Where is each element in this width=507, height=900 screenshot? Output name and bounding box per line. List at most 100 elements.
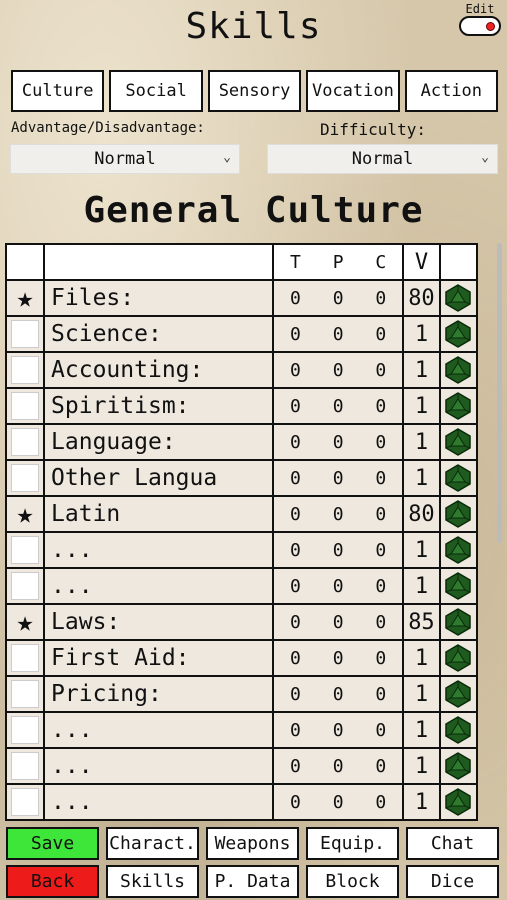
back-button[interactable]: Back [6, 865, 99, 898]
skill-c[interactable]: 0 [359, 315, 403, 353]
favorite-checkbox[interactable] [11, 392, 40, 420]
d20-die-icon[interactable] [444, 716, 472, 744]
roll-die-button[interactable] [438, 495, 479, 533]
skill-c[interactable]: 0 [359, 387, 403, 425]
d20-die-icon[interactable] [444, 284, 472, 312]
favorite-cell[interactable] [5, 531, 46, 569]
roll-die-button[interactable] [438, 279, 479, 317]
skill-c[interactable]: 0 [359, 423, 403, 461]
favorite-checkbox[interactable] [11, 788, 40, 816]
roll-die-button[interactable] [438, 747, 479, 785]
skill-t[interactable]: 0 [272, 459, 317, 497]
skill-p[interactable]: 0 [316, 387, 360, 425]
skill-c[interactable]: 0 [359, 279, 403, 317]
favorite-cell[interactable] [5, 387, 46, 425]
roll-die-button[interactable] [438, 603, 479, 641]
d20-die-icon[interactable] [444, 644, 472, 672]
skill-t[interactable]: 0 [272, 315, 317, 353]
favorite-cell[interactable] [5, 711, 46, 749]
roll-die-button[interactable] [438, 639, 479, 677]
skill-t[interactable]: 0 [272, 423, 317, 461]
skill-t[interactable]: 0 [272, 279, 317, 317]
favorite-checkbox[interactable] [11, 680, 40, 708]
chat-button[interactable]: Chat [406, 827, 499, 860]
equipment-button[interactable]: Equip. [306, 827, 399, 860]
skill-t[interactable]: 0 [272, 783, 317, 821]
d20-die-icon[interactable] [444, 500, 472, 528]
skill-t[interactable]: 0 [272, 639, 317, 677]
skill-t[interactable]: 0 [272, 603, 317, 641]
favorite-cell[interactable]: ★ [5, 603, 46, 641]
skill-c[interactable]: 0 [359, 711, 403, 749]
d20-die-icon[interactable] [444, 464, 472, 492]
skill-p[interactable]: 0 [316, 495, 360, 533]
skill-p[interactable]: 0 [316, 315, 360, 353]
skill-t[interactable]: 0 [272, 387, 317, 425]
save-button[interactable]: Save [6, 827, 99, 860]
favorite-cell[interactable] [5, 675, 46, 713]
skill-c[interactable]: 0 [359, 603, 403, 641]
roll-die-button[interactable] [438, 387, 479, 425]
roll-die-button[interactable] [438, 315, 479, 353]
favorite-cell[interactable] [5, 351, 46, 389]
difficulty-select[interactable]: Normal ⌄ [267, 144, 498, 174]
favorite-cell[interactable] [5, 567, 46, 605]
skills-button[interactable]: Skills [106, 865, 199, 898]
favorite-checkbox[interactable] [11, 572, 40, 600]
skill-t[interactable]: 0 [272, 531, 317, 569]
skill-t[interactable]: 0 [272, 711, 317, 749]
tab-sensory[interactable]: Sensory [207, 70, 302, 112]
favorite-checkbox[interactable] [11, 752, 40, 780]
skill-p[interactable]: 0 [316, 279, 360, 317]
d20-die-icon[interactable] [444, 356, 472, 384]
personal-data-button[interactable]: P. Data [206, 865, 299, 898]
skill-p[interactable]: 0 [316, 459, 360, 497]
skill-c[interactable]: 0 [359, 747, 403, 785]
d20-die-icon[interactable] [444, 788, 472, 816]
tab-action[interactable]: Action [404, 70, 499, 112]
roll-die-button[interactable] [438, 711, 479, 749]
roll-die-button[interactable] [438, 783, 479, 821]
advantage-select[interactable]: Normal ⌄ [10, 144, 240, 174]
weapons-button[interactable]: Weapons [206, 827, 299, 860]
skill-p[interactable]: 0 [316, 783, 360, 821]
skill-p[interactable]: 0 [316, 711, 360, 749]
star-icon[interactable]: ★ [17, 497, 34, 530]
d20-die-icon[interactable] [444, 608, 472, 636]
character-button[interactable]: Charact. [106, 827, 199, 860]
skill-c[interactable]: 0 [359, 495, 403, 533]
favorite-cell[interactable] [5, 315, 46, 353]
block-button[interactable]: Block [306, 865, 399, 898]
favorite-checkbox[interactable] [11, 536, 40, 564]
favorite-cell[interactable] [5, 423, 46, 461]
skill-c[interactable]: 0 [359, 675, 403, 713]
skill-t[interactable]: 0 [272, 351, 317, 389]
skill-p[interactable]: 0 [316, 531, 360, 569]
skills-table-scroll[interactable]: T P C V ★ Files: 0 0 0 80 Science: 0 0 0 1 Accounti… [5, 243, 502, 823]
favorite-checkbox[interactable] [11, 320, 40, 348]
skill-p[interactable]: 0 [316, 675, 360, 713]
skill-t[interactable]: 0 [272, 747, 317, 785]
d20-die-icon[interactable] [444, 536, 472, 564]
favorite-cell[interactable]: ★ [5, 279, 46, 317]
edit-toggle-group[interactable]: Edit [459, 3, 501, 36]
favorite-cell[interactable] [5, 639, 46, 677]
skill-c[interactable]: 0 [359, 567, 403, 605]
skill-c[interactable]: 0 [359, 639, 403, 677]
tab-culture[interactable]: Culture [11, 70, 105, 112]
skill-p[interactable]: 0 [316, 567, 360, 605]
favorite-cell[interactable] [5, 747, 46, 785]
skill-p[interactable]: 0 [316, 747, 360, 785]
roll-die-button[interactable] [438, 423, 479, 461]
d20-die-icon[interactable] [444, 752, 472, 780]
star-icon[interactable]: ★ [17, 281, 34, 314]
d20-die-icon[interactable] [444, 320, 472, 348]
favorite-checkbox[interactable] [11, 356, 40, 384]
skill-t[interactable]: 0 [272, 675, 317, 713]
skill-c[interactable]: 0 [359, 351, 403, 389]
tab-vocation[interactable]: Vocation [306, 70, 400, 112]
star-icon[interactable]: ★ [17, 605, 34, 638]
roll-die-button[interactable] [438, 459, 479, 497]
edit-toggle[interactable] [459, 16, 501, 36]
roll-die-button[interactable] [438, 567, 479, 605]
